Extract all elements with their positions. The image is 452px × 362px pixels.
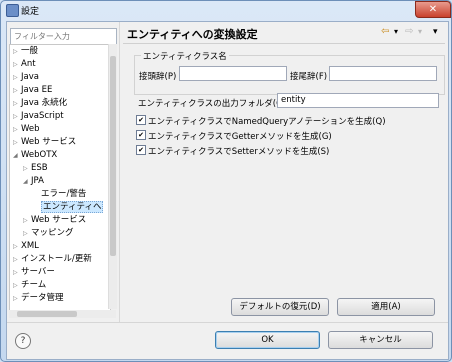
prefix-field[interactable]: [179, 66, 287, 81]
apply-button[interactable]: 適用(A): [337, 298, 435, 316]
tree-item-label: エラー/警告: [41, 189, 87, 199]
expand-icon[interactable]: ▷: [13, 266, 21, 279]
expand-icon[interactable]: ▷: [13, 123, 21, 136]
tree-item-label: インストール/更新: [21, 254, 92, 264]
help-icon[interactable]: ?: [15, 333, 31, 349]
tree-item-team[interactable]: ▷ チーム: [13, 279, 46, 292]
setter-checkbox-label: エンティティクラスでSetterメソッドを生成(S): [148, 147, 330, 157]
expand-icon[interactable]: ▷: [13, 71, 21, 84]
tree-item-data-management[interactable]: ▷ データ管理: [13, 292, 64, 305]
tree-item-xml[interactable]: ▷ XML: [13, 240, 39, 253]
tree-item-esb[interactable]: ▷ ESB: [23, 162, 48, 175]
tree-item-label: サーバー: [21, 267, 55, 277]
expand-icon[interactable]: ▷: [13, 58, 21, 71]
expand-icon[interactable]: ▷: [13, 45, 21, 58]
tree-item-entity-conversion[interactable]: エンティティへ: [41, 201, 104, 214]
tree-item-general[interactable]: ▷ 一般: [13, 45, 38, 58]
dialog-client-area: ▷一般 ▷Ant ▷Java ▷Java EE ▷Java 永続化 ▷JavaS…: [6, 21, 449, 360]
tree-item-label: データ管理: [21, 293, 64, 303]
expand-icon[interactable]: ▷: [13, 292, 21, 305]
getter-checkbox[interactable]: ✔: [136, 130, 146, 140]
expand-icon[interactable]: ▷: [23, 214, 31, 227]
group-title: エンティティクラス名: [141, 50, 229, 62]
tree-item-web[interactable]: ▷ Web: [13, 123, 40, 136]
getter-checkbox-label: エンティティクラスでGetterメソッドを生成(G): [148, 132, 332, 142]
output-folder-field[interactable]: entity: [277, 93, 439, 108]
forward-menu-icon[interactable]: ▾: [418, 26, 422, 38]
expand-icon[interactable]: ▷: [13, 136, 21, 149]
preference-tree[interactable]: ▷ 一般 ▷ Ant ▷ Java ▷ Java EE ▷ Java 永続化 ▷ JavaS…: [9, 44, 111, 311]
tree-item-label: JavaScript: [21, 111, 64, 121]
window-title: 設定: [21, 7, 40, 17]
tree-item-jpa[interactable]: ◢ JPA: [23, 175, 44, 188]
suffix-label: 接尾辞(F): [290, 72, 328, 82]
tree-item-java[interactable]: ▷ Java: [13, 71, 39, 84]
cancel-button[interactable]: キャンセル: [328, 331, 433, 349]
filter-input[interactable]: [10, 28, 117, 45]
tree-item-label: WebOTX: [21, 150, 58, 160]
expand-icon[interactable]: ▷: [13, 97, 21, 110]
tree-item-label: チーム: [21, 280, 47, 290]
tree-item-java-persistence[interactable]: ▷ Java 永続化: [13, 97, 67, 110]
collapse-icon[interactable]: ◢: [23, 175, 31, 188]
close-button[interactable]: ✕: [415, 1, 451, 18]
page-title: エンティティへの変換設定: [127, 28, 258, 41]
tree-item-label: Web サービス: [31, 215, 87, 225]
scrollbar-thumb[interactable]: [17, 311, 77, 317]
tree-item-label: Web サービス: [21, 137, 77, 147]
collapse-icon[interactable]: ◢: [13, 149, 21, 162]
forward-arrow-icon[interactable]: ⇨: [405, 26, 413, 38]
expand-icon[interactable]: ▷: [13, 279, 21, 292]
tree-item-server[interactable]: ▷ サーバー: [13, 266, 55, 279]
tree-item-label: ESB: [31, 163, 48, 173]
restore-defaults-button[interactable]: デフォルトの復元(D): [231, 298, 329, 316]
scrollbar-thumb[interactable]: [110, 56, 116, 256]
tree-item-label: Java EE: [21, 85, 53, 95]
tree-item-label: XML: [21, 241, 39, 251]
tree-item-web-services[interactable]: ▷ Web サービス: [13, 136, 76, 149]
tree-vertical-scrollbar[interactable]: [108, 44, 117, 309]
back-menu-icon[interactable]: ▾: [394, 26, 398, 38]
namedquery-checkbox-label: エンティティクラスでNamedQueryアノテーションを生成(Q): [148, 117, 386, 127]
expand-icon[interactable]: ▷: [13, 240, 21, 253]
tree-item-label: エンティティへ: [41, 201, 104, 213]
tree-item-webotx[interactable]: ◢ WebOTX: [13, 149, 57, 162]
tree-item-errors-warnings[interactable]: エラー/警告: [41, 188, 86, 201]
namedquery-checkbox[interactable]: ✔: [136, 115, 146, 125]
expand-icon[interactable]: ▷: [23, 227, 31, 240]
back-arrow-icon[interactable]: ⇦: [381, 26, 389, 38]
output-folder-label: エンティティクラスの出力フォルダ(O): [138, 99, 287, 109]
app-icon: [6, 4, 19, 17]
tree-item-javascript[interactable]: ▷ JavaScript: [13, 110, 64, 123]
tree-item-jpa-web-services[interactable]: ▷ Web サービス: [23, 214, 86, 227]
expand-icon[interactable]: ▷: [13, 84, 21, 97]
tree-horizontal-scrollbar[interactable]: [9, 310, 116, 318]
title-separator: [123, 43, 445, 44]
ok-button[interactable]: OK: [215, 331, 320, 349]
pane-divider[interactable]: [119, 22, 120, 322]
tree-item-mapping[interactable]: ▷ マッピング: [23, 227, 74, 240]
preferences-window: 設定 ✕ ▷一般 ▷Ant ▷Java ▷Java EE ▷Java 永続化 ▷…: [0, 0, 452, 362]
footer-separator: [7, 322, 448, 323]
suffix-field[interactable]: [329, 66, 437, 81]
tree-item-label: 一般: [21, 46, 39, 56]
expand-icon[interactable]: ▷: [23, 162, 31, 175]
tree-item-install-update[interactable]: ▷ インストール/更新: [13, 253, 92, 266]
tree-item-label: Java: [21, 72, 39, 82]
tree-item-label: JPA: [31, 176, 44, 186]
tree-item-ant[interactable]: ▷ Ant: [13, 58, 36, 71]
setter-checkbox[interactable]: ✔: [136, 145, 146, 155]
tree-item-label: Web: [21, 124, 40, 134]
tree-item-label: Java 永続化: [21, 98, 68, 108]
tree-item-label: Ant: [21, 59, 36, 69]
title-bar[interactable]: 設定 ✕: [1, 1, 451, 19]
tree-item-label: マッピング: [31, 228, 74, 238]
view-menu-icon[interactable]: ▾: [433, 26, 438, 38]
expand-icon[interactable]: ▷: [13, 253, 21, 266]
tree-item-java-ee[interactable]: ▷ Java EE: [13, 84, 52, 97]
prefix-label: 接頭辞(P): [139, 72, 177, 82]
expand-icon[interactable]: ▷: [13, 110, 21, 123]
